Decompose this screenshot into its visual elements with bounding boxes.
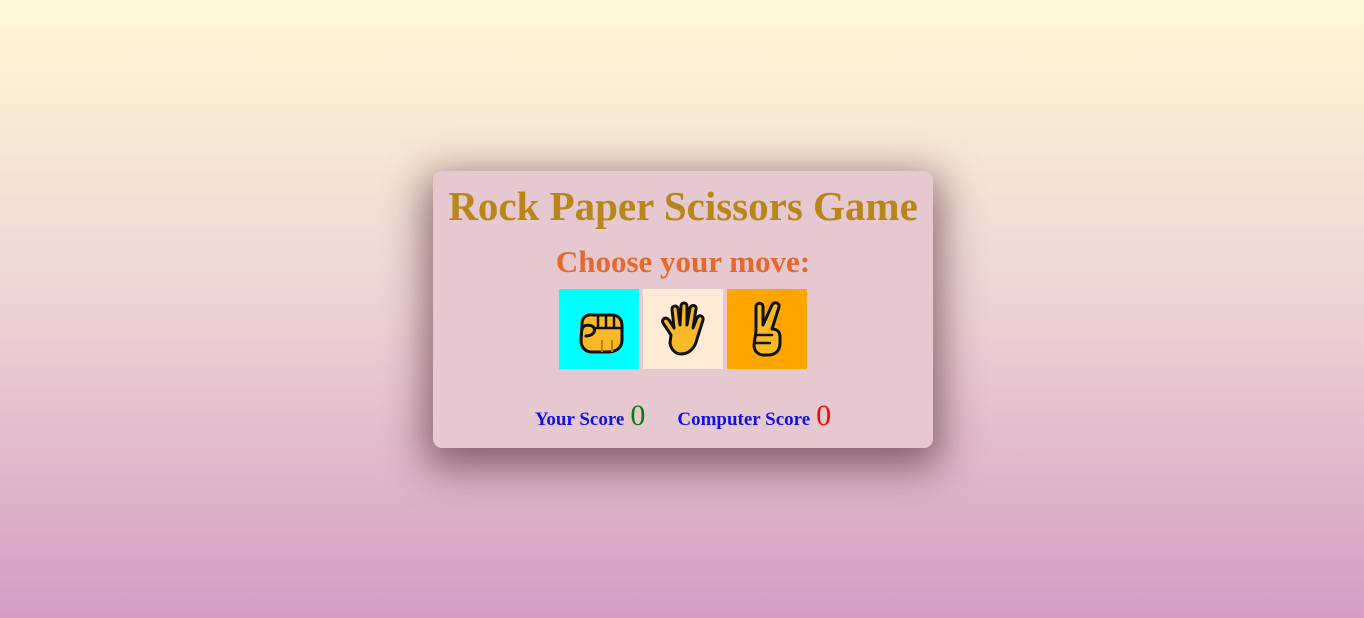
scoreboard: Your Score 0 Computer Score 0 bbox=[433, 401, 933, 431]
fist-icon bbox=[579, 313, 624, 354]
raised-hand-icon bbox=[661, 301, 705, 356]
victory-hand-icon bbox=[752, 301, 782, 357]
computer-score-value: 0 bbox=[816, 399, 832, 432]
computer-score-label: Computer Score bbox=[677, 409, 811, 430]
move-choices bbox=[559, 289, 807, 369]
move-prompt: Choose your move: bbox=[555, 244, 811, 279]
page-background: { "game": { "title": "Rock Paper Scissor… bbox=[0, 0, 1364, 618]
user-score: Your Score 0 bbox=[535, 401, 646, 431]
rock-button[interactable] bbox=[559, 289, 639, 369]
game-title: Rock Paper Scissors Game bbox=[448, 183, 918, 229]
computer-score: Computer Score 0 bbox=[677, 401, 831, 431]
paper-button[interactable] bbox=[643, 289, 723, 369]
game-card: Rock Paper Scissors Game Choose your mov… bbox=[433, 171, 933, 448]
user-score-label: Your Score bbox=[534, 409, 625, 430]
user-score-value: 0 bbox=[630, 399, 646, 432]
scissors-button[interactable] bbox=[727, 289, 807, 369]
